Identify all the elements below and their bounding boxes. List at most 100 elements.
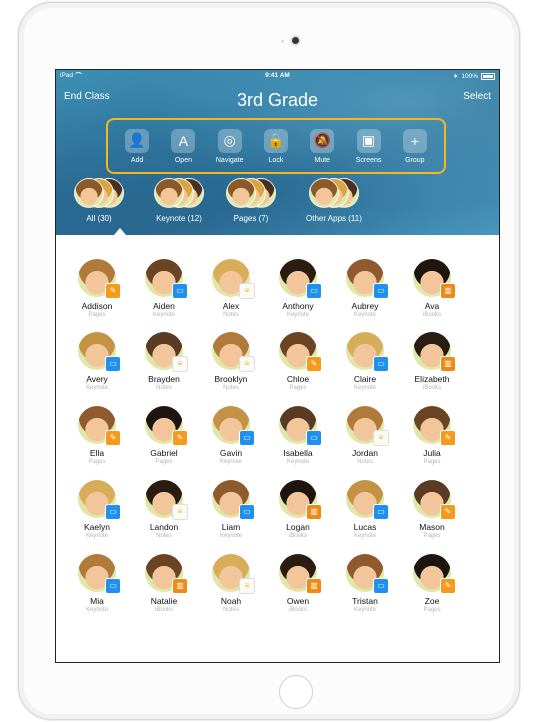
notes-icon: ≡ [239,356,255,372]
student-name: Brayden [148,374,180,384]
student-current-app: Keynote [152,312,176,318]
student-tristan[interactable]: ▭ Tristan Keynote [330,554,400,613]
group-avatar-stack [74,178,124,208]
student-owen[interactable]: ▥ Owen iBooks [263,554,333,613]
student-gavin[interactable]: ▭ Gavin Keynote [196,406,266,465]
avatar: ✎ [413,480,456,520]
group-pages[interactable]: Pages (7) [226,178,276,223]
avatar: ≡ [346,406,389,446]
student-elizabeth[interactable]: ▥ Elizabeth iBooks [397,332,467,391]
toolbar-group-button[interactable]: + Group [395,128,435,164]
student-ava[interactable]: ▥ Ava iBooks [397,259,467,318]
status-time: 9:41 AM [265,72,290,79]
avatar: ▭ [279,406,322,446]
student-mia[interactable]: ▭ Mia Keynote [62,554,132,613]
student-name: Claire [353,374,377,384]
avatar: ≡ [212,332,255,372]
student-jordan[interactable]: ≡ Jordan Notes [330,406,400,465]
status-bar: iPad 9:41 AM ∗ 100% [60,72,495,82]
battery-percent: 100% [461,72,478,80]
student-logan[interactable]: ▥ Logan iBooks [263,480,333,539]
student-current-app: Keynote [353,607,377,613]
avatar: ▭ [346,480,389,520]
student-landon[interactable]: ≡ Landon Notes [129,480,199,539]
student-anthony[interactable]: ▭ Anthony Keynote [263,259,333,318]
class-title: 3rd Grade [236,90,319,110]
group-other-apps[interactable]: Other Apps (11) [306,178,362,223]
toolbar-screens-button[interactable]: ▣ Screens [349,128,389,164]
student-julia[interactable]: ✎ Julia Pages [397,406,467,465]
student-mason[interactable]: ✎ Mason Pages [397,480,467,539]
student-current-app: iBooks [422,312,441,318]
student-name: Noah [220,596,242,606]
student-current-app: Pages [423,459,441,465]
group-label: All (30) [86,214,112,223]
student-liam[interactable]: ▭ Liam Keynote [196,480,266,539]
student-name: Logan [286,522,310,532]
group-all[interactable]: All (30) [74,178,124,223]
keynote-icon: ▭ [105,578,121,594]
student-ella[interactable]: ✎ Ella Pages [62,406,132,465]
student-name: Mia [90,596,104,606]
student-current-app: Keynote [353,533,377,539]
avatar: ▥ [279,554,322,594]
toolbar-lock-button[interactable]: 🔒 Lock [256,128,296,164]
student-lucas[interactable]: ▭ Lucas Keynote [330,480,400,539]
student-name: Kaelyn [84,522,110,532]
student-name: Mason [419,522,445,532]
student-current-app: Keynote [85,385,109,391]
avatar [308,178,339,208]
student-chloe[interactable]: ✎ Chloe Pages [263,332,333,391]
status-right: ∗ 100% [453,72,495,80]
toolbar-open-button[interactable]: A Open [163,128,203,164]
selected-group-indicator [114,228,126,235]
toolbar-add-button[interactable]: 👤 Add [117,128,157,164]
student-kaelyn[interactable]: ▭ Kaelyn Keynote [62,480,132,539]
student-addison[interactable]: ✎ Addison Pages [62,259,132,318]
student-brooklyn[interactable]: ≡ Brooklyn Notes [196,332,266,391]
student-current-app: Pages [423,607,441,613]
ibooks-icon: ▥ [440,356,456,372]
avatar: ≡ [145,480,188,520]
student-aubrey[interactable]: ▭ Aubrey Keynote [330,259,400,318]
front-camera [292,37,299,44]
student-current-app: Notes [357,459,373,465]
group-keynote[interactable]: Keynote (12) [154,178,204,223]
student-avery[interactable]: ▭ Avery Keynote [62,332,132,391]
home-button[interactable] [279,675,313,709]
toolbar-label: Navigate [215,156,244,164]
toolbar-mute-button[interactable]: 🔕 Mute [302,128,342,164]
student-name: Owen [286,596,310,606]
student-isabella[interactable]: ▭ Isabella Keynote [263,406,333,465]
student-name: Alex [222,301,240,311]
student-aiden[interactable]: ▭ Aiden Keynote [129,259,199,318]
keynote-icon: ▭ [172,283,188,299]
select-button[interactable]: Select [463,91,491,102]
student-zoe[interactable]: ✎ Zoe Pages [397,554,467,613]
avatar: ▭ [346,259,389,299]
student-current-app: Keynote [353,312,377,318]
student-claire[interactable]: ▭ Claire Keynote [330,332,400,391]
student-name: Aubrey [351,301,379,311]
student-natalie[interactable]: ▥ Natalie iBooks [129,554,199,613]
student-name: Liam [221,522,241,532]
student-brayden[interactable]: ≡ Brayden Notes [129,332,199,391]
pages-icon: ✎ [440,430,456,446]
student-current-app: Keynote [286,459,310,465]
student-alex[interactable]: ≡ Alex Notes [196,259,266,318]
avatar [154,178,184,208]
keynote-icon: ▭ [373,356,389,372]
avatar: ▭ [279,259,322,299]
student-current-app: Pages [88,459,106,465]
student-name: Zoe [424,596,440,606]
avatar: ▭ [78,480,121,520]
toolbar-navigate-button[interactable]: ◎ Navigate [210,128,250,164]
student-noah[interactable]: ≡ Noah Notes [196,554,266,613]
avatar: ▥ [413,332,456,372]
student-current-app: Keynote [219,459,243,465]
toolbar-label: Mute [314,156,331,164]
student-gabriel[interactable]: ✎ Gabriel Pages [129,406,199,465]
avatar [226,178,256,208]
toolbar-label: Add [130,156,144,164]
avatar: ▭ [346,554,389,594]
